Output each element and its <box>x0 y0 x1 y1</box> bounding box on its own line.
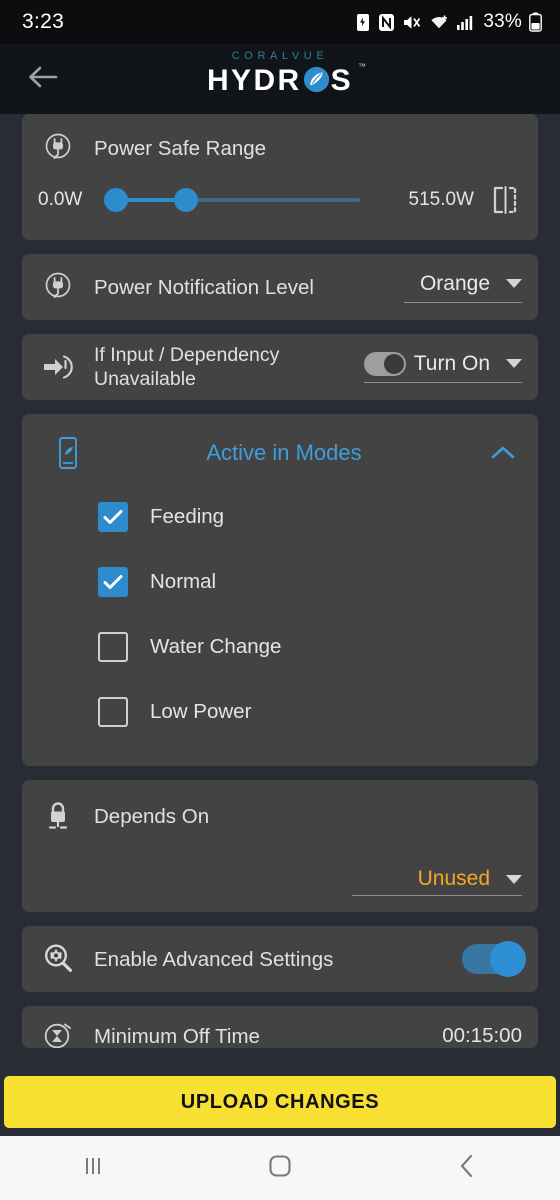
battery-saver-icon <box>355 12 371 32</box>
card-input-dependency: If Input / Dependency Unavailable Turn O… <box>22 334 538 400</box>
recents-icon <box>80 1153 106 1184</box>
minimum-off-time-value: 00:15:00 <box>442 1024 522 1047</box>
battery-icon <box>529 12 542 32</box>
card-depends-on: Depends On Unused <box>22 780 538 912</box>
status-bar: 3:23 33% <box>0 0 560 44</box>
chevron-down-icon <box>506 359 522 368</box>
input-dependency-dropdown[interactable]: Turn On <box>363 351 522 383</box>
status-clock: 3:23 <box>22 10 65 33</box>
power-safe-range-title: Power Safe Range <box>94 136 267 160</box>
depends-on-value: Unused <box>417 867 490 890</box>
brand-left-text: HYDR <box>206 64 302 97</box>
device-mode-icon <box>48 433 88 473</box>
brand-logo: CORALVUE HYDR S ™ <box>0 50 560 98</box>
nfc-icon <box>378 13 395 32</box>
input-dependency-row: If Input / Dependency Unavailable Turn O… <box>22 334 538 400</box>
hydros-fish-icon <box>303 66 330 93</box>
slider-thumb-upper[interactable] <box>174 188 198 212</box>
depends-on-header: Depends On <box>22 788 538 844</box>
advanced-settings-title: Enable Advanced Settings <box>94 947 334 971</box>
input-dependency-title: If Input / Dependency Unavailable <box>94 344 280 390</box>
hourglass-timer-icon <box>38 1016 78 1048</box>
brand-top-text: CORALVUE <box>231 50 329 62</box>
chevron-down-icon <box>506 279 522 288</box>
mode-label-low-power: Low Power <box>150 699 252 723</box>
power-range-slider[interactable] <box>104 183 366 217</box>
advanced-settings-toggle[interactable] <box>462 941 526 977</box>
lock-icon <box>38 796 78 836</box>
power-plug-icon <box>38 267 78 307</box>
checkbox-normal[interactable] <box>98 566 128 597</box>
advanced-settings-row: Enable Advanced Settings <box>22 926 538 992</box>
slider-thumb-lower[interactable] <box>104 188 128 212</box>
card-advanced-settings: Enable Advanced Settings <box>22 926 538 992</box>
power-safe-range-slider-row: 0.0W 515.0W <box>22 174 538 226</box>
mode-row-feeding[interactable]: Feeding <box>22 484 538 549</box>
upload-bar: UPLOAD CHANGES <box>0 1076 560 1128</box>
nav-home-button[interactable] <box>187 1136 374 1200</box>
mode-label-water-change: Water Change <box>150 634 282 658</box>
mode-row-water-change[interactable]: Water Change <box>22 614 538 679</box>
mode-label-normal: Normal <box>150 569 217 593</box>
cellular-signal-icon <box>456 13 474 32</box>
chevron-up-icon[interactable] <box>490 440 516 466</box>
card-active-in-modes: Active in Modes Feeding Normal Water Cha… <box>22 414 538 766</box>
home-icon <box>266 1152 294 1185</box>
power-max-value: 515.0W <box>408 189 474 210</box>
back-arrow-icon <box>27 64 59 95</box>
status-icons-group: 33% <box>355 11 542 33</box>
settings-search-icon <box>38 939 78 979</box>
mode-label-feeding: Feeding <box>150 504 225 528</box>
nav-back-button[interactable] <box>373 1136 560 1200</box>
card-power-safe-range: Power Safe Range 0.0W 515.0W <box>22 114 538 240</box>
power-safe-range-header: Power Safe Range <box>22 114 538 174</box>
mode-row-low-power[interactable]: Low Power <box>22 679 538 744</box>
app-bar: CORALVUE HYDR S ™ <box>0 44 560 114</box>
checkbox-water-change[interactable] <box>98 631 128 662</box>
depends-on-value-row: Unused <box>22 844 538 896</box>
upload-changes-button[interactable]: UPLOAD CHANGES <box>4 1076 556 1128</box>
mode-row-normal[interactable]: Normal <box>22 549 538 614</box>
minimum-off-time-row: Minimum Off Time 00:15:00 <box>22 1006 538 1048</box>
input-arrow-icon <box>38 347 78 387</box>
depends-on-dropdown[interactable]: Unused <box>352 867 522 896</box>
checkbox-feeding[interactable] <box>98 501 128 532</box>
power-min-value: 0.0W <box>38 189 83 210</box>
trademark-mark: ™ <box>358 62 367 71</box>
mirror-split-icon[interactable] <box>486 183 524 217</box>
nav-recents-button[interactable] <box>0 1136 187 1200</box>
active-modes-header[interactable]: Active in Modes <box>22 422 538 484</box>
power-plug-icon <box>38 128 78 168</box>
nav-back-icon <box>455 1152 479 1185</box>
back-button[interactable] <box>12 48 74 110</box>
app-screen: 3:23 33% CORALVUE HYDR S ™ Power Safe Ra… <box>0 0 560 1200</box>
wifi-icon <box>429 13 449 32</box>
toggle-knob <box>383 353 404 374</box>
card-power-notification-level: Power Notification Level Orange <box>22 254 538 320</box>
power-notification-dropdown[interactable]: Orange <box>404 272 522 303</box>
power-notification-title: Power Notification Level <box>94 275 314 299</box>
toggle-knob <box>490 941 526 977</box>
input-dependency-value: Turn On <box>413 351 490 375</box>
minimum-off-time-title: Minimum Off Time <box>94 1024 260 1048</box>
chevron-down-icon <box>506 874 522 884</box>
battery-percent-label: 33% <box>483 11 522 32</box>
active-modes-title: Active in Modes <box>206 440 362 465</box>
mute-icon <box>402 13 422 32</box>
system-nav-bar <box>0 1136 560 1200</box>
depends-on-title: Depends On <box>94 804 210 828</box>
settings-scroll-area[interactable]: Power Safe Range 0.0W 515.0W Power Notif… <box>0 114 560 1072</box>
power-notification-row: Power Notification Level Orange <box>22 254 538 320</box>
brand-wordmark: HYDR S ™ <box>206 62 366 98</box>
card-minimum-off-time: Minimum Off Time 00:15:00 <box>22 1006 538 1048</box>
checkbox-low-power[interactable] <box>98 696 128 727</box>
power-notification-value: Orange <box>419 271 490 295</box>
input-dependency-toggle[interactable] <box>363 351 406 376</box>
brand-right-text: S <box>330 64 354 97</box>
